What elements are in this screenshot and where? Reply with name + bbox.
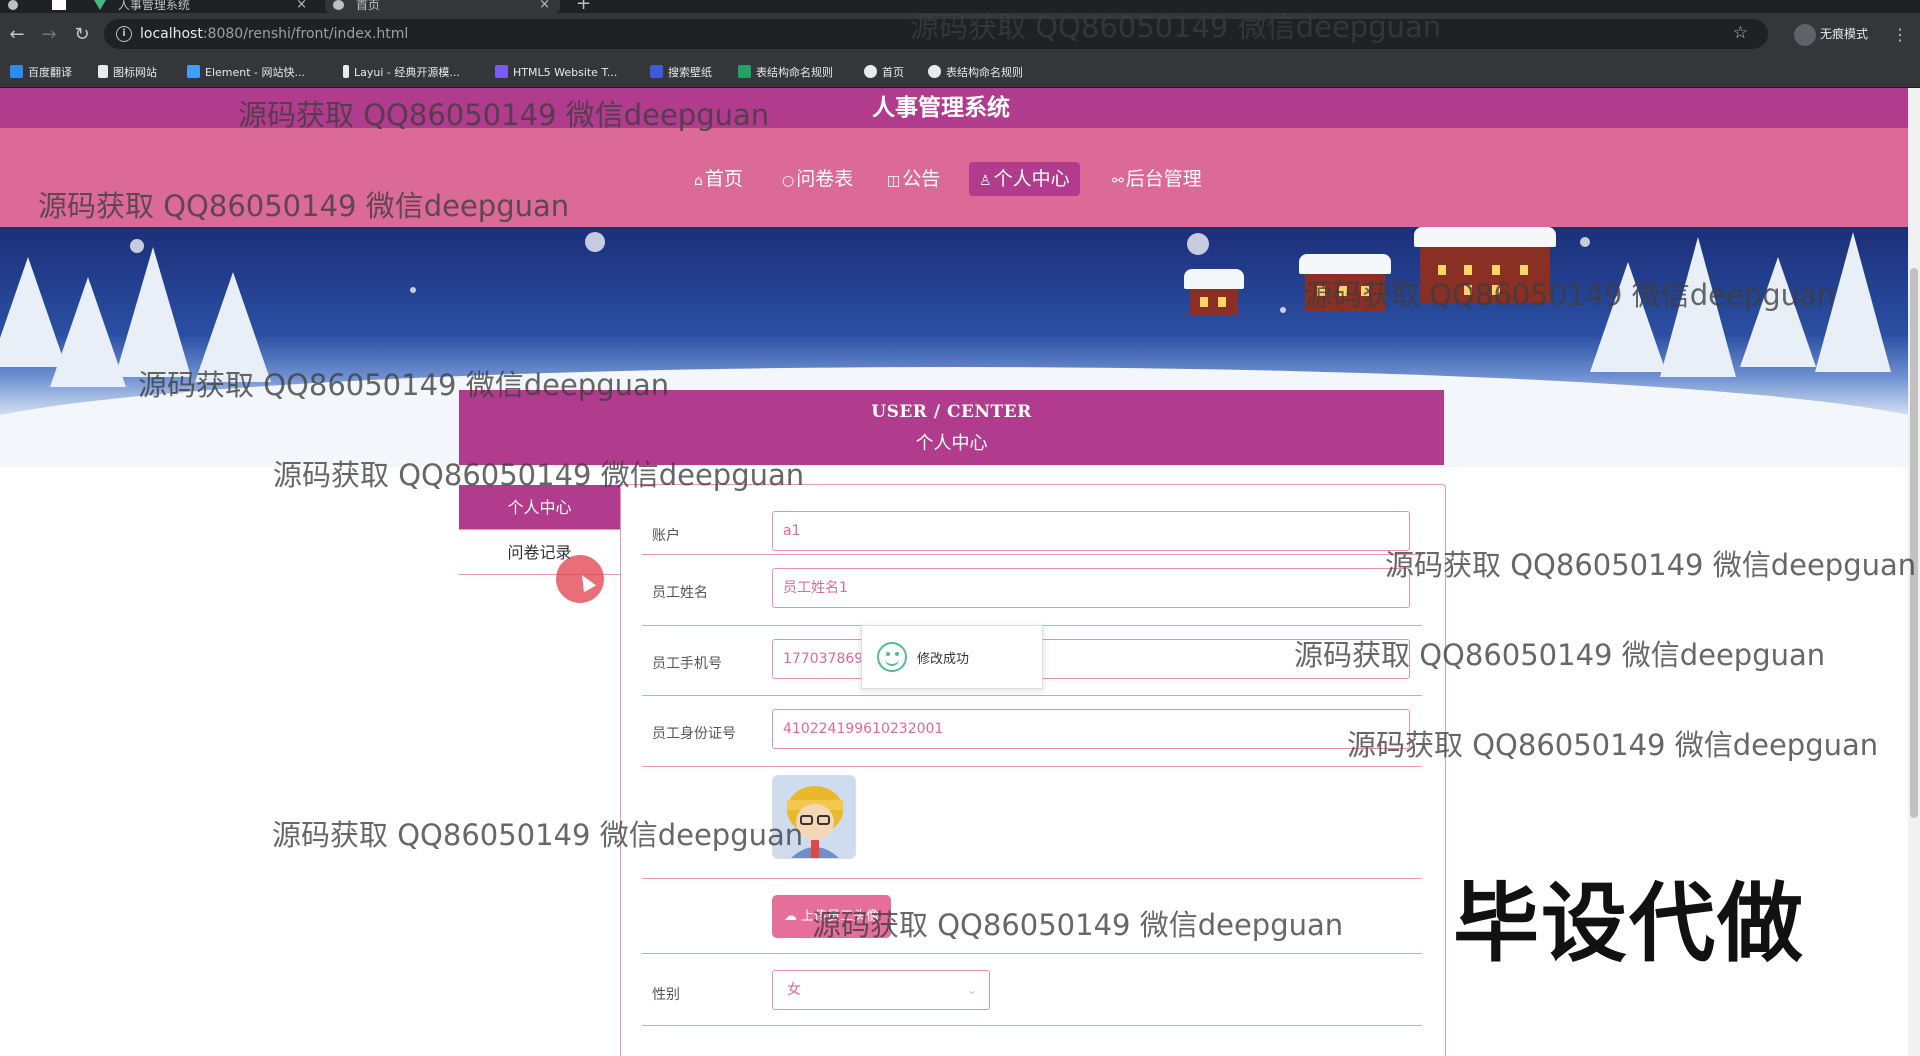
watermark-text: 源码获取 QQ86050149 微信deepguan (1347, 728, 1879, 762)
house (1184, 269, 1244, 315)
watermark-text: 源码获取 QQ86050149 微信deepguan (1385, 548, 1917, 582)
toast-message: 修改成功 (917, 652, 970, 667)
bookmark-item[interactable]: 首页 (864, 64, 904, 82)
snowflake (1280, 307, 1286, 313)
name-input[interactable]: 员工姓名1 (772, 568, 1410, 608)
nav-notice[interactable]: ◫ 公告 (881, 162, 946, 196)
watermark-text: 源码获取 QQ86050149 微信deepguan (272, 818, 804, 852)
browser-menu-icon[interactable]: ⋮ (1892, 25, 1908, 44)
idcard-input[interactable]: 410224199610232001 (772, 709, 1410, 749)
tab-renshi[interactable]: 人事管理系统 × (92, 0, 317, 13)
layui-icon (343, 65, 349, 78)
globe-icon (928, 65, 941, 78)
smile-icon (877, 642, 907, 672)
window-icon (52, 0, 72, 13)
bookmark-item[interactable]: Layui - 经典开源模... (343, 64, 460, 82)
url-text[interactable]: localhost:8080/renshi/front/index.html (140, 26, 408, 42)
new-tab-icon[interactable]: + (576, 0, 591, 13)
form-row-name: 员工姓名 员工姓名1 (642, 555, 1422, 626)
html5-icon (495, 65, 508, 78)
snowflake (1580, 237, 1590, 247)
bookmark-item[interactable]: 图标网站 (98, 64, 157, 82)
globe-icon (864, 65, 877, 78)
watermark-text: 源码获取 QQ86050149 微信deepguan (910, 10, 1442, 44)
form-row-gender: 性别 女 ⌄ (642, 954, 1422, 1026)
globe-favicon-icon (333, 0, 344, 10)
site-info-icon[interactable]: i (116, 26, 132, 42)
nav-admin[interactable]: ⚯ 后台管理 (1106, 162, 1208, 196)
watermark-text: 源码获取 QQ86050149 微信deepguan (38, 189, 570, 223)
bookmark-star-icon[interactable]: ☆ (1733, 23, 1748, 43)
wallpaper-icon (650, 65, 663, 78)
idcard-label: 员工身份证号 (652, 726, 736, 742)
bookmark-item[interactable]: 表结构命名规则 (738, 64, 833, 82)
browser-menu-icon[interactable] (8, 0, 30, 13)
form-row-idcard: 员工身份证号 410224199610232001 (642, 696, 1422, 767)
nav-home[interactable]: ⌂ 首页 (688, 162, 749, 196)
bookmark-item[interactable]: HTML5 Website T... (495, 64, 617, 82)
flag-icon (98, 65, 108, 78)
watermark-text: 源码获取 QQ86050149 微信deepguan (238, 98, 770, 132)
gender-select[interactable]: 女 ⌄ (772, 970, 990, 1010)
element-icon (187, 65, 200, 78)
nav-survey[interactable]: ○ 问卷表 (776, 162, 859, 196)
close-tab-icon[interactable]: × (296, 0, 307, 11)
cloud-upload-icon: ☁ (784, 909, 802, 924)
bookmark-item[interactable]: 百度翻译 (10, 64, 72, 82)
incognito-label: 无痕模式 (1820, 27, 1869, 41)
vue-favicon-icon (94, 0, 106, 10)
bookmark-item[interactable]: 搜索壁纸 (650, 64, 712, 82)
snowy-tree (115, 247, 191, 377)
tab-label: 首页 (355, 0, 380, 12)
account-label: 账户 (652, 528, 680, 544)
close-tab-icon[interactable]: × (539, 0, 550, 11)
reload-icon[interactable]: ↻ (71, 24, 93, 46)
translate-icon (10, 65, 23, 78)
user-icon: ♙ (979, 173, 992, 189)
bookmark-item[interactable]: Element - 网站快... (187, 64, 305, 82)
sheet-icon (738, 65, 751, 78)
notice-icon: ◫ (887, 173, 901, 189)
incognito-icon (1794, 23, 1816, 46)
nav-user-center[interactable]: ♙ 个人中心 (969, 162, 1080, 196)
promo-stamp: 毕设代做 (1453, 874, 1805, 974)
watermark-text: 源码获取 QQ86050149 微信deepguan (1304, 278, 1836, 312)
user-center-title-en: USER / CENTER (871, 402, 1032, 422)
back-icon[interactable]: ← (6, 24, 28, 46)
link-icon: ⚯ (1112, 173, 1124, 189)
incognito-indicator[interactable]: 无痕模式 (1794, 21, 1868, 47)
phone-label: 员工手机号 (652, 656, 722, 672)
bookmarks-bar: 百度翻译 图标网站 Element - 网站快... Layui - 经典开源模… (0, 57, 1920, 88)
watermark-text: 源码获取 QQ86050149 微信deepguan (273, 458, 805, 492)
profile-form: 账户 a1 员工姓名 员工姓名1 员工手机号 177037869 员工身份证号 … (620, 484, 1446, 1056)
tab-home[interactable]: 首页 × (325, 0, 560, 13)
snowflake (585, 232, 605, 252)
watermark-text: 源码获取 QQ86050149 微信deepguan (1294, 638, 1826, 672)
snowflake (410, 287, 416, 293)
success-toast: 修改成功 (861, 625, 1043, 689)
bookmark-item[interactable]: 表结构命名规则 (928, 64, 1023, 82)
home-icon: ⌂ (694, 173, 703, 189)
form-row-account: 账户 a1 (642, 485, 1422, 555)
snowflake (1187, 233, 1209, 255)
gender-label: 性别 (652, 987, 680, 1003)
survey-icon: ○ (782, 173, 795, 189)
tab-label: 人事管理系统 (117, 0, 190, 12)
forward-icon[interactable]: → (38, 24, 60, 46)
watermark-text: 源码获取 QQ86050149 微信deepguan (138, 368, 670, 402)
chevron-down-icon: ⌄ (966, 983, 977, 997)
name-label: 员工姓名 (652, 585, 708, 601)
watermark-text: 源码获取 QQ86050149 微信deepguan (812, 908, 1344, 942)
account-input[interactable]: a1 (772, 511, 1410, 551)
